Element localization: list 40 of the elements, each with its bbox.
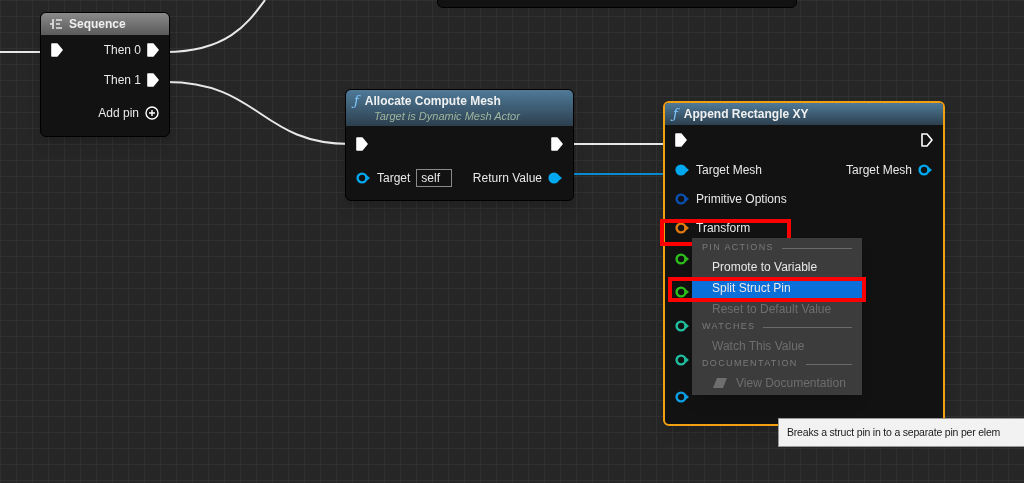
pin-label: Then 1: [103, 72, 141, 89]
menu-section-heading: DOCUMENTATION: [702, 357, 798, 371]
data-pin-icon[interactable]: [675, 285, 690, 298]
sequence-icon: [49, 18, 63, 30]
node-card[interactable]: Sequence Then 0 Then 1 Add pin: [40, 12, 170, 137]
node-card[interactable]: ƒ Allocate Compute Mesh Target is Dynamic Mesh Actor Target self Return Value: [345, 89, 574, 201]
pin-label: Then 0: [103, 42, 141, 59]
exec-pin-icon[interactable]: [551, 137, 563, 151]
pin-label: Primitive Options: [696, 191, 787, 208]
pin-label: Add pin: [98, 104, 139, 122]
data-pin-icon[interactable]: [675, 319, 690, 332]
pin-label: Target Mesh: [696, 162, 763, 179]
data-pin-icon[interactable]: [548, 172, 563, 184]
node-title: Sequence: [69, 16, 126, 32]
data-pin-icon[interactable]: [356, 172, 371, 184]
menu-item[interactable]: Promote to Variable: [692, 256, 862, 277]
tooltip-text: Breaks a struct pin in to a separate pin per elem: [787, 424, 1001, 440]
data-pin-icon[interactable]: [675, 253, 690, 265]
node-title: Allocate Compute Mesh: [364, 93, 501, 109]
exec-pin-icon[interactable]: [147, 43, 159, 57]
add-icon[interactable]: [145, 105, 159, 120]
exec-pin-icon[interactable]: [147, 73, 159, 87]
data-pin-icon[interactable]: [675, 222, 690, 234]
data-pin-icon[interactable]: [675, 391, 690, 403]
data-pin-icon[interactable]: [675, 164, 690, 176]
pin-label: Return Value: [472, 170, 542, 187]
data-pin-icon[interactable]: [675, 353, 690, 366]
exec-pin-icon[interactable]: [51, 43, 63, 57]
node-subtitle: Target is Dynamic Mesh Actor: [374, 109, 521, 123]
value-field[interactable]: self: [416, 169, 453, 187]
pin-label: Target: [377, 170, 411, 187]
data-pin-icon[interactable]: [918, 164, 933, 176]
exec-pin-icon[interactable]: [921, 133, 933, 147]
exec-pin-icon[interactable]: [356, 137, 368, 151]
node-title: Append Rectangle XY: [683, 106, 809, 122]
pin-label: Target Mesh: [845, 162, 912, 179]
menu-section-heading: WATCHES: [702, 320, 756, 334]
exec-pin-icon[interactable]: [675, 133, 687, 147]
menu-section-heading: PIN ACTIONS: [702, 241, 774, 255]
pin-label: Transform: [696, 220, 751, 237]
